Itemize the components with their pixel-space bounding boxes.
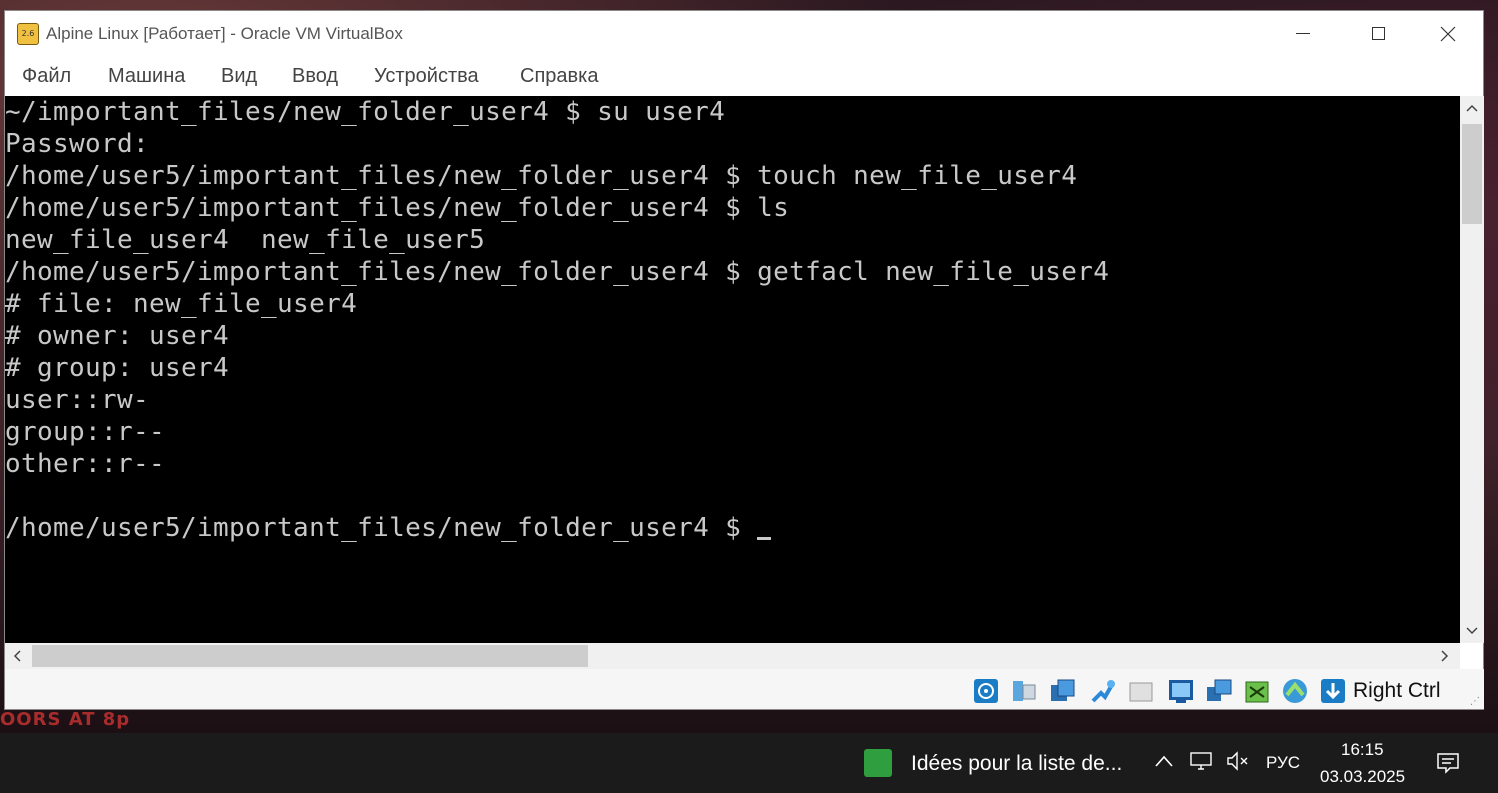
usb-icon[interactable]	[1127, 677, 1155, 705]
news-widget-text[interactable]: Idées pour la liste de...	[911, 752, 1122, 776]
terminal-line: new_file_user4 new_file_user5	[5, 225, 486, 255]
menu-file[interactable]: Файл	[22, 65, 71, 88]
terminal-line: /home/user5/important_files/new_folder_u…	[5, 193, 790, 223]
hard-disk-icon[interactable]	[972, 677, 1000, 705]
volume-muted-icon[interactable]	[1226, 751, 1250, 776]
horizontal-scroll-thumb[interactable]	[32, 645, 588, 667]
menu-view[interactable]: Вид	[221, 65, 257, 88]
news-widget-icon[interactable]	[864, 749, 892, 777]
taskbar: Idées pour la liste de... РУС 16:15 03.0…	[0, 733, 1498, 793]
network-icon[interactable]	[1089, 677, 1117, 705]
virtualbox-app-icon: 2.6	[17, 23, 39, 45]
terminal-line: Password:	[5, 129, 150, 159]
title-bar[interactable]: 2.6 Alpine Linux [Работает] - Oracle VM …	[5, 11, 1483, 56]
minimize-button[interactable]	[1270, 11, 1336, 56]
menu-devices[interactable]: Устройства	[374, 65, 479, 88]
terminal-prompt: /home/user5/important_files/new_folder_u…	[5, 513, 758, 543]
audio-icon[interactable]	[1049, 677, 1077, 705]
tray-chevron-icon[interactable]	[1155, 751, 1173, 772]
terminal-prompt-line: /home/user5/important_files/new_folder_u…	[5, 512, 772, 544]
cpu-icon[interactable]	[1281, 677, 1309, 705]
terminal-line: user::rw-	[5, 385, 150, 415]
vertical-scroll-thumb[interactable]	[1462, 124, 1482, 224]
maximize-button[interactable]	[1345, 11, 1411, 56]
optical-drive-icon[interactable]	[1010, 677, 1038, 705]
shared-folders-icon[interactable]	[1167, 677, 1195, 705]
wallpaper-text: OORS AT 8p	[0, 709, 131, 730]
scroll-right-icon[interactable]	[1433, 643, 1457, 669]
virtualbox-window: 2.6 Alpine Linux [Работает] - Oracle VM …	[4, 10, 1484, 710]
text-cursor	[757, 537, 772, 540]
vm-screen[interactable]: ~/important_files/new_folder_user4 $ su …	[5, 96, 1460, 643]
scroll-left-icon[interactable]	[5, 643, 29, 669]
window-title: Alpine Linux [Работает] - Oracle VM Virt…	[46, 24, 403, 43]
vertical-scrollbar[interactable]	[1460, 96, 1484, 643]
notifications-icon[interactable]	[1436, 751, 1460, 780]
terminal-line: /home/user5/important_files/new_folder_u…	[5, 257, 1110, 287]
menu-help[interactable]: Справка	[520, 65, 598, 88]
resize-grip-icon[interactable]: ⋰	[1470, 696, 1480, 707]
download-icon[interactable]	[1319, 677, 1347, 705]
horizontal-scrollbar[interactable]	[5, 643, 1460, 669]
close-icon	[1440, 26, 1456, 41]
network-tray-icon[interactable]	[1190, 751, 1214, 776]
language-indicator[interactable]: РУС	[1266, 753, 1300, 773]
terminal-line: ~/important_files/new_folder_user4 $ su …	[5, 97, 726, 127]
menu-input[interactable]: Ввод	[292, 65, 338, 88]
terminal-line: /home/user5/important_files/new_folder_u…	[5, 161, 1078, 191]
terminal-line: # file: new_file_user4	[5, 289, 358, 319]
close-button[interactable]	[1415, 11, 1481, 56]
display-icon[interactable]	[1205, 677, 1233, 705]
terminal-line: other::r--	[5, 449, 166, 479]
clock-time[interactable]: 16:15	[1341, 740, 1384, 760]
terminal-line: # group: user4	[5, 353, 230, 383]
clock-date[interactable]: 03.03.2025	[1320, 767, 1405, 787]
scroll-up-icon[interactable]	[1460, 96, 1484, 120]
status-bar: Right Ctrl ⋰	[5, 669, 1484, 709]
maximize-icon	[1371, 27, 1385, 40]
terminal-line: group::r--	[5, 417, 166, 447]
host-key-label: Right Ctrl	[1353, 679, 1441, 702]
minimize-icon	[1296, 33, 1310, 34]
menu-bar: Файл Машина Вид Ввод Устройства Справка	[5, 56, 1483, 96]
video-capture-icon[interactable]	[1243, 677, 1271, 705]
menu-machine[interactable]: Машина	[108, 65, 185, 88]
terminal-line: # owner: user4	[5, 321, 230, 351]
scroll-down-icon[interactable]	[1460, 619, 1484, 643]
